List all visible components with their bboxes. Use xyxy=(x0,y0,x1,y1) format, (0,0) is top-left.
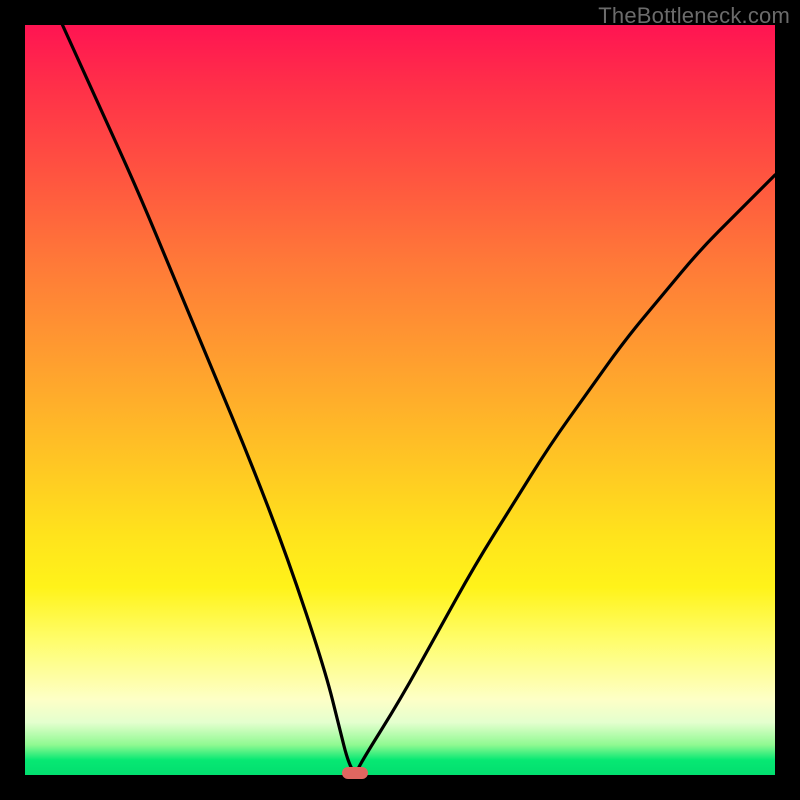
plot-area xyxy=(25,25,775,775)
bottleneck-curve xyxy=(25,25,775,775)
chart-frame: TheBottleneck.com xyxy=(0,0,800,800)
minimum-marker xyxy=(342,767,368,779)
